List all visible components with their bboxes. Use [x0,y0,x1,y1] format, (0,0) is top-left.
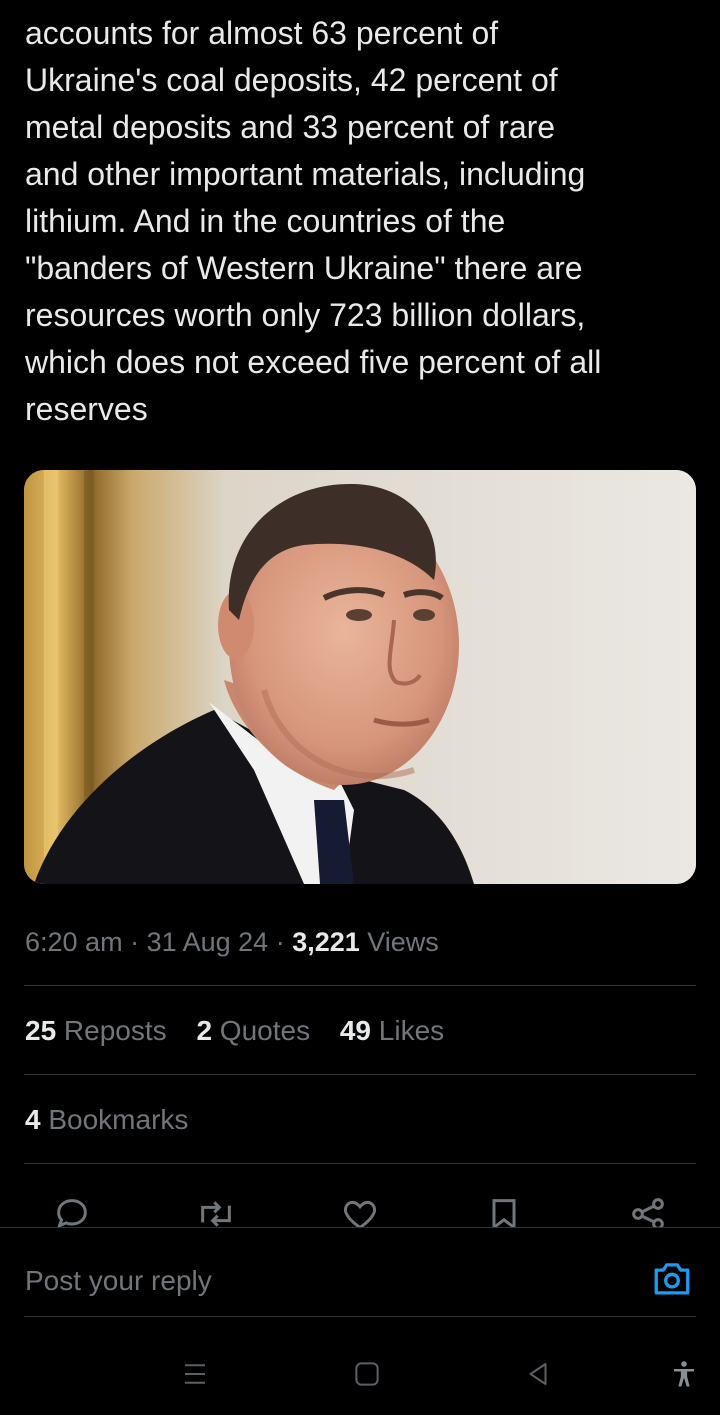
tweet-date[interactable]: 31 Aug 24 [147,927,269,957]
divider [24,1074,696,1075]
reply-input[interactable]: Post your reply [25,1261,212,1301]
home-icon [355,1362,379,1386]
recents-icon [185,1364,205,1384]
likes-count: 49 [339,1015,372,1046]
home-button[interactable] [347,1354,387,1394]
recents-button[interactable] [175,1354,215,1394]
quotes-label: Quotes [212,1015,311,1046]
bookmarks-label: Bookmarks [40,1104,189,1135]
likes-label: Likes [371,1015,445,1046]
bookmark-button[interactable] [482,1194,526,1228]
quotes-stat[interactable]: 2 Quotes [196,1011,310,1051]
likes-stat[interactable]: 49 Likes [340,1011,444,1051]
share-icon [632,1198,664,1228]
divider [24,1163,696,1164]
tweet-time[interactable]: 6:20 am [25,927,123,957]
portrait-photo [24,470,696,884]
reposts-stat[interactable]: 25 Reposts [25,1011,167,1051]
accessibility-button[interactable] [664,1354,704,1394]
reply-bar: Post your reply [0,1227,720,1318]
share-button[interactable] [626,1194,670,1228]
views-label: Views [359,927,439,957]
meta-separator: · [122,927,147,957]
camera-icon [654,1263,690,1295]
like-icon [343,1200,377,1228]
like-button[interactable] [338,1194,382,1228]
views-count: 3,221 [292,927,360,957]
reply-button[interactable] [50,1194,94,1228]
divider [24,985,696,986]
tweet-image[interactable] [24,470,696,884]
engagement-stats: 25 Reposts 2 Quotes 49 Likes [25,1011,466,1051]
repost-icon [201,1201,231,1227]
reply-icon [57,1199,87,1228]
reposts-label: Reposts [56,1015,167,1046]
action-bar [0,1188,720,1228]
accessibility-icon [674,1361,694,1387]
bookmarks-stat[interactable]: 4 Bookmarks [25,1100,188,1140]
meta-separator: · [268,927,293,957]
quotes-count: 2 [196,1015,213,1046]
divider [24,1316,696,1317]
tweet-text: accounts for almost 63 percent of Ukrain… [25,15,602,427]
reposts-count: 25 [25,1015,57,1046]
camera-button[interactable] [651,1258,693,1298]
back-icon [529,1363,547,1385]
system-nav-bar [0,1330,720,1415]
repost-button[interactable] [194,1194,238,1228]
bookmark-icon [492,1199,516,1228]
back-button[interactable] [518,1354,558,1394]
tweet-meta: 6:20 am · 31 Aug 24 · 3,221 Views [25,922,439,962]
bookmarks-count: 4 [25,1104,41,1135]
